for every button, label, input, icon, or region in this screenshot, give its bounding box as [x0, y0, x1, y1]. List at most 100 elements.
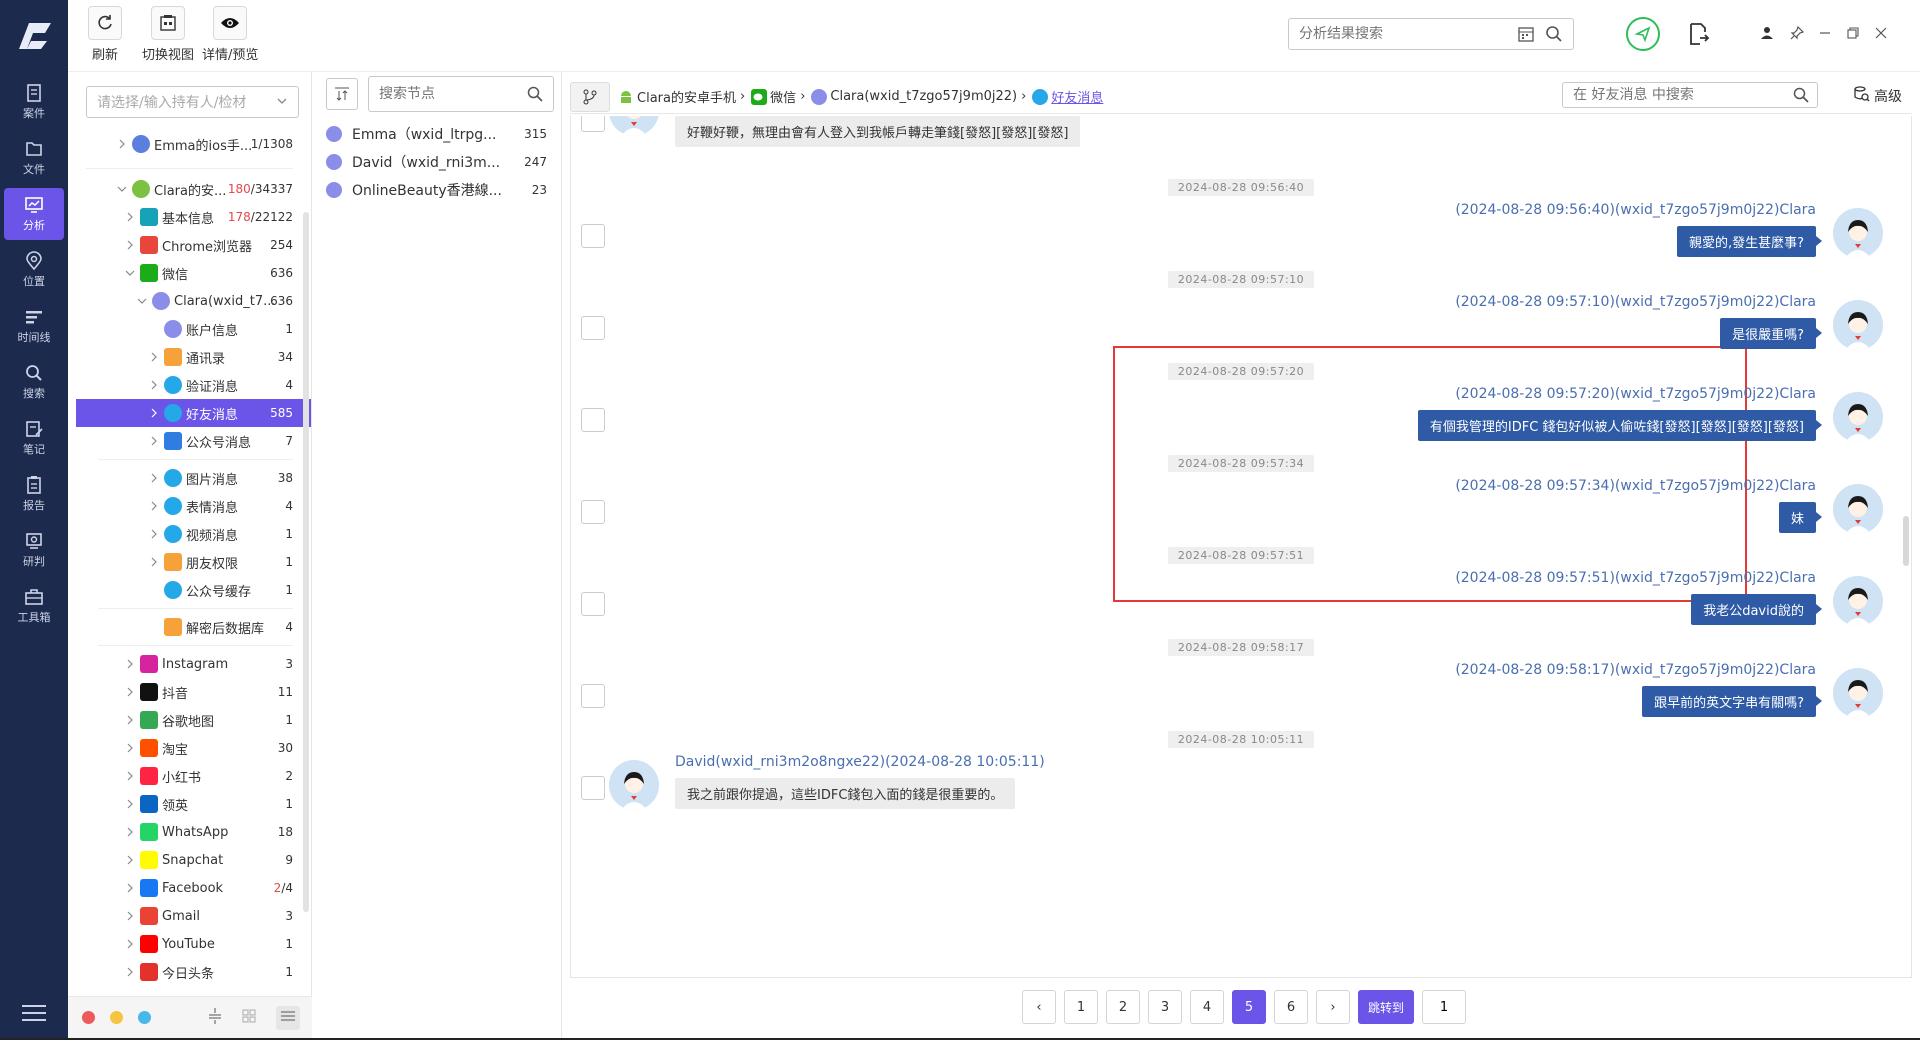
- tree-node[interactable]: 好友消息 585: [76, 399, 311, 427]
- chevron-right-icon[interactable]: [148, 556, 160, 568]
- list-view-icon[interactable]: [276, 1005, 300, 1030]
- tree-node[interactable]: 今日头条 1: [68, 958, 311, 986]
- tree-node[interactable]: 解密后数据库 4: [68, 613, 311, 641]
- jump-page-input[interactable]: [1422, 990, 1467, 1024]
- tree-scrollbar[interactable]: [303, 212, 309, 912]
- calendar-icon[interactable]: [1517, 25, 1535, 47]
- tree-node[interactable]: 淘宝 30: [68, 734, 311, 762]
- message-bubble[interactable]: 妹: [1778, 502, 1823, 533]
- red-dot-icon[interactable]: [82, 1011, 95, 1024]
- message-bubble[interactable]: 親愛的,發生甚麼事?: [1676, 226, 1823, 257]
- tree-node[interactable]: 表情消息 4: [68, 492, 311, 520]
- chevron-right-icon[interactable]: [124, 910, 136, 922]
- tree-node[interactable]: Snapchat 9: [68, 846, 311, 874]
- export-icon[interactable]: [1688, 22, 1710, 50]
- node-item[interactable]: Emma（wxid_ltrpg... 315: [326, 120, 551, 148]
- grid-view-icon[interactable]: [242, 1009, 256, 1027]
- rail-item-case[interactable]: 案件: [4, 76, 64, 128]
- chevron-right-icon[interactable]: [124, 826, 136, 838]
- node-search-input[interactable]: [379, 86, 519, 102]
- rail-item-search[interactable]: 搜索: [4, 356, 64, 408]
- tree-node[interactable]: Gmail 3: [68, 902, 311, 930]
- rail-item-timeline[interactable]: 时间线: [4, 300, 64, 352]
- message-checkbox[interactable]: [581, 116, 605, 132]
- chevron-right-icon[interactable]: [148, 472, 160, 484]
- next-page-button[interactable]: ›: [1316, 990, 1350, 1024]
- tree-node[interactable]: YouTube 1: [68, 930, 311, 958]
- chevron-right-icon[interactable]: [124, 211, 136, 223]
- crumb-wechat[interactable]: 微信 ›: [751, 87, 805, 106]
- sort-button[interactable]: [326, 78, 358, 110]
- tree-node[interactable]: 领英 1: [68, 790, 311, 818]
- chevron-right-icon[interactable]: [124, 239, 136, 251]
- chevron-right-icon[interactable]: [124, 938, 136, 950]
- pin-icon[interactable]: [1788, 24, 1806, 42]
- tree-node[interactable]: Chrome浏览器 254: [68, 231, 311, 259]
- tree-node[interactable]: WhatsApp 18: [68, 818, 311, 846]
- message-checkbox[interactable]: [581, 408, 605, 432]
- tree-node[interactable]: Clara(wxid_t7... 636: [68, 287, 311, 315]
- jump-to-button[interactable]: 跳转到: [1358, 990, 1415, 1024]
- page-button[interactable]: 3: [1148, 990, 1182, 1024]
- chevron-right-icon[interactable]: [124, 770, 136, 782]
- tree-node[interactable]: 通讯录 34: [68, 343, 311, 371]
- page-button[interactable]: 1: [1064, 990, 1098, 1024]
- tree-node[interactable]: 公众号消息 7: [68, 427, 311, 455]
- tree-node[interactable]: 谷歌地图 1: [68, 706, 311, 734]
- node-item[interactable]: OnlineBeauty香港線... 23: [326, 176, 551, 204]
- chevron-right-icon[interactable]: [124, 798, 136, 810]
- chevron-right-icon[interactable]: [148, 407, 160, 419]
- details-preview-button[interactable]: 详情/预览: [202, 6, 258, 63]
- advanced-search-button[interactable]: 高级: [1854, 86, 1902, 106]
- message-checkbox[interactable]: [581, 224, 605, 248]
- tree-node[interactable]: Clara的安... 180/34337: [68, 175, 311, 203]
- page-button[interactable]: 4: [1190, 990, 1224, 1024]
- search-icon[interactable]: [1793, 87, 1809, 107]
- tree-node[interactable]: Facebook 2/4: [68, 874, 311, 902]
- tree-node[interactable]: 验证消息 4: [68, 371, 311, 399]
- rail-item-folder[interactable]: 文件: [4, 132, 64, 184]
- chevron-right-icon[interactable]: [124, 686, 136, 698]
- message-bubble[interactable]: 有個我管理的IDFC 錢包好似被人偷咗錢[發怒][發怒][發怒][發怒]: [1417, 410, 1823, 441]
- chat-search-input[interactable]: [1573, 87, 1783, 103]
- owner-select[interactable]: 请选择/输入持有人/检材: [86, 86, 299, 118]
- search-icon[interactable]: [527, 86, 543, 106]
- tree-node[interactable]: 公众号缓存 1: [68, 576, 311, 604]
- tree-node[interactable]: 微信 636: [68, 259, 311, 287]
- chevron-right-icon[interactable]: [148, 500, 160, 512]
- message-checkbox[interactable]: [581, 592, 605, 616]
- page-button[interactable]: 2: [1106, 990, 1140, 1024]
- message-bubble[interactable]: 跟早前的英文字串有關嗎?: [1642, 686, 1822, 717]
- rail-item-toolbox[interactable]: 工具箱: [4, 580, 64, 632]
- chevron-right-icon[interactable]: [124, 714, 136, 726]
- message-checkbox[interactable]: [581, 684, 605, 708]
- message-bubble[interactable]: 我之前跟你提過，這些IDFC錢包入面的錢是很重要的。: [675, 778, 1016, 809]
- rail-item-judge[interactable]: 研判: [4, 524, 64, 576]
- analysis-search-input[interactable]: [1299, 26, 1529, 42]
- rail-item-analysis[interactable]: 分析: [4, 188, 64, 240]
- tree-node[interactable]: 视频消息 1: [68, 520, 311, 548]
- chevron-right-icon[interactable]: [148, 435, 160, 447]
- chevron-right-icon[interactable]: [124, 742, 136, 754]
- message-bubble[interactable]: 好鞭好鞭，無理由會有人登入到我帳戶轉走筆錢[發怒][發怒][發怒]: [675, 116, 1081, 147]
- tree-node[interactable]: 图片消息 38: [68, 464, 311, 492]
- restore-icon[interactable]: [1844, 24, 1862, 42]
- chevron-right-icon[interactable]: [124, 854, 136, 866]
- node-item[interactable]: David（wxid_rni3m... 247: [326, 148, 551, 176]
- chevron-right-icon[interactable]: [124, 882, 136, 894]
- message-bubble[interactable]: 是很嚴重嗎?: [1720, 318, 1822, 349]
- search-icon[interactable]: [1545, 25, 1563, 47]
- collapse-icon[interactable]: [208, 1007, 222, 1028]
- page-button[interactable]: 5: [1232, 990, 1266, 1024]
- crumb-friend-messages[interactable]: 好友消息: [1032, 87, 1103, 106]
- branch-button[interactable]: [570, 81, 610, 112]
- tree-node[interactable]: 账户信息 1: [68, 315, 311, 343]
- chevron-right-icon[interactable]: [116, 138, 128, 150]
- chevron-right-icon[interactable]: [124, 658, 136, 670]
- menu-icon[interactable]: [22, 1004, 46, 1022]
- crumb-device[interactable]: Clara的安卓手机 ›: [618, 87, 745, 106]
- tree-node[interactable]: Emma的ios手... 1/1308: [68, 130, 311, 158]
- tree-node[interactable]: 小红书 2: [68, 762, 311, 790]
- chevron-right-icon[interactable]: [148, 528, 160, 540]
- tree-node[interactable]: 抖音 11: [68, 678, 311, 706]
